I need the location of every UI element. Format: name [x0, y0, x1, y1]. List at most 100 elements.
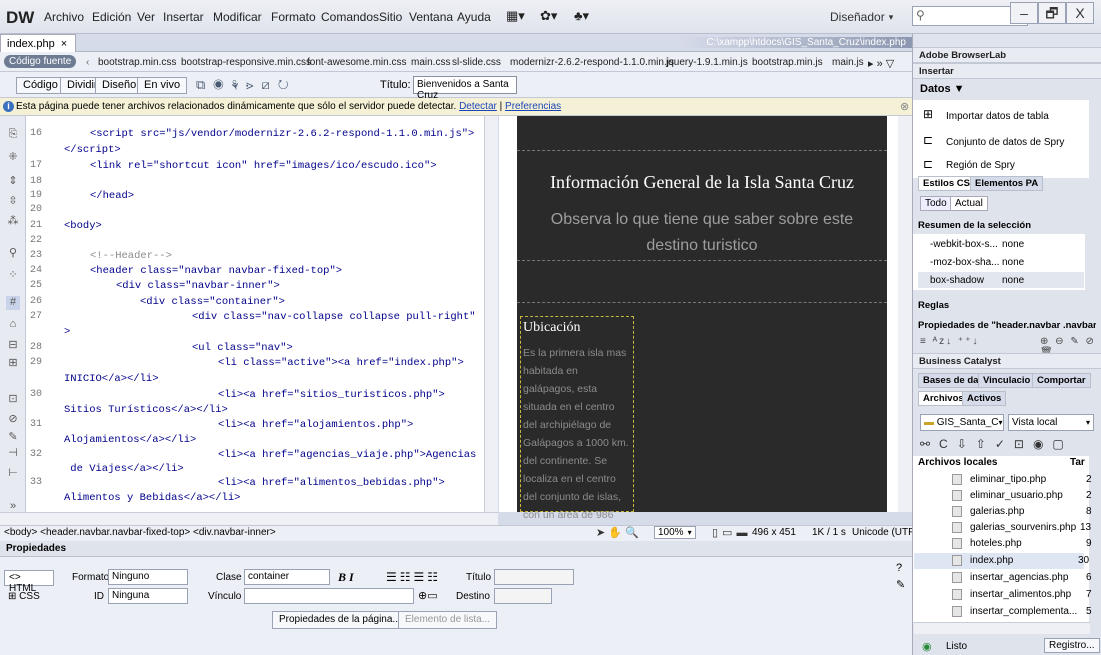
menu-modificar[interactable]: Modificar [213, 10, 262, 24]
highlight-invalid-icon[interactable]: # [6, 296, 20, 310]
data-category-select[interactable]: Datos ▼ [920, 83, 965, 95]
title-prop-input[interactable] [494, 569, 574, 585]
insert-header[interactable]: Insertar [913, 63, 1101, 79]
link-input[interactable] [244, 588, 414, 604]
file-item[interactable]: insertar_alimentos.php [970, 589, 1071, 600]
design-view-button[interactable]: Diseño [95, 77, 144, 94]
help-icon[interactable]: ? [896, 562, 902, 574]
code-hscrollbar[interactable] [0, 512, 498, 525]
select-parent-tag-icon[interactable]: ⁂ [6, 214, 20, 228]
collapse-selection-icon[interactable]: ⇕ [6, 174, 20, 188]
view-select[interactable]: Vista local ▾ [1008, 414, 1094, 431]
menu-sitio[interactable]: Sitio [379, 10, 402, 24]
tab-bindings[interactable]: Vinculacio [978, 373, 1036, 388]
point-to-file-icon[interactable]: ⊕▭ [418, 589, 438, 602]
live-view-button[interactable]: En vivo [137, 77, 188, 94]
filter-icon[interactable]: ▸ » ▽ [868, 57, 894, 70]
css-prop-name[interactable]: -moz-box-sha... [930, 257, 999, 268]
menu-edicion[interactable]: Edición [92, 10, 131, 24]
apply-comment-icon[interactable]: ⊟ [6, 338, 20, 352]
quick-tag-editor-icon[interactable]: ✎ [896, 578, 905, 591]
minimize-button[interactable]: – [1010, 2, 1038, 24]
maximize-button[interactable]: 🗗 [1038, 2, 1066, 24]
balance-braces-icon[interactable]: ⚲ [6, 246, 20, 260]
wrap-tag-icon[interactable]: ⊡ [6, 392, 20, 406]
site-select[interactable]: ▬ GIS_Santa_C ▾ [920, 414, 1004, 431]
file-item[interactable]: galerias.php [970, 506, 1024, 517]
menu-archivo[interactable]: Archivo [44, 10, 84, 24]
page-properties-button[interactable]: Propiedades de la página... [272, 611, 408, 629]
window-size[interactable]: 496 x 451 [752, 527, 796, 538]
business-catalyst-header[interactable]: Business Catalyst [913, 353, 1101, 369]
tab-ap-elements[interactable]: Elementos PA [970, 176, 1044, 191]
close-infobar-icon[interactable]: ⊗ [900, 100, 909, 113]
toolbar-icons[interactable]: ⧉◉⚘⋗⧄↻ [196, 77, 297, 93]
line-numbers-icon[interactable]: ⁘ [6, 268, 20, 282]
collapse-tag-icon[interactable]: ⁜ [6, 150, 20, 164]
extensions-gear-icon[interactable]: ✿▾ [540, 8, 557, 24]
source-code-button[interactable]: Código fuente [4, 55, 77, 68]
menu-insertar[interactable]: Insertar [163, 10, 204, 24]
menu-formato[interactable]: Formato [271, 10, 316, 24]
id-select[interactable]: Ninguna [108, 588, 188, 604]
css-view-toggle-icons[interactable]: ≡ ᴬz↓ ⁺⁺↓ [920, 336, 979, 347]
file-item[interactable]: insertar_agencias.php [970, 572, 1068, 583]
list-buttons[interactable]: ☰☷☰☷ [386, 570, 441, 584]
code-view-button[interactable]: Código [16, 77, 65, 94]
list-item-button[interactable]: Elemento de lista... [398, 611, 498, 629]
layout-icon[interactable]: ▦▾ [506, 8, 525, 24]
css-prop-value[interactable]: none [1002, 275, 1024, 286]
workspace-switcher[interactable]: Diseñador ▾ [830, 10, 893, 24]
related-file[interactable]: sl-slide.css [452, 57, 501, 68]
design-scrollbar[interactable] [898, 116, 912, 512]
insert-item[interactable]: Región de Spry [946, 160, 1015, 171]
tab-assets[interactable]: Activos [962, 391, 1007, 406]
open-documents-icon[interactable]: ⎘ [6, 128, 20, 142]
related-file[interactable]: bootstrap.min.css [98, 57, 176, 68]
format-select[interactable]: Ninguno [108, 569, 188, 585]
menu-ayuda[interactable]: Ayuda [457, 10, 491, 24]
insert-item[interactable]: Importar datos de tabla [946, 111, 1049, 122]
status-tools-icons[interactable]: ➤ ✋ 🔍 [596, 526, 639, 539]
file-item[interactable]: eliminar_usuario.php [970, 490, 1063, 501]
css-prop-name[interactable]: box-shadow [930, 275, 984, 286]
current-button[interactable]: Actual [950, 196, 988, 211]
local-files-header[interactable]: Archivos locales [918, 457, 997, 468]
size-column-header[interactable]: Tar [1070, 457, 1085, 468]
target-select[interactable] [494, 588, 552, 604]
related-file[interactable]: main.js [832, 57, 864, 68]
menu-ver[interactable]: Ver [137, 10, 155, 24]
expand-all-icon[interactable]: ⇳ [6, 194, 20, 208]
html-button[interactable]: <> HTML [4, 570, 54, 594]
css-prop-value[interactable]: none [1002, 257, 1024, 268]
move-css-icon[interactable]: ✎ [6, 430, 20, 444]
rules-label[interactable]: Reglas [918, 300, 949, 311]
detect-link[interactable]: Detectar [459, 101, 497, 112]
log-button[interactable]: Registro... [1044, 638, 1100, 653]
related-file[interactable]: modernizr-2.6.2-respond-1.1.0.min.js [510, 57, 674, 68]
code-scrollbar[interactable] [484, 116, 498, 512]
file-item-selected[interactable]: index.php [970, 555, 1013, 566]
file-item[interactable]: insertar_complementa... [970, 606, 1077, 617]
related-file[interactable]: jquery-1.9.1.min.js [666, 57, 748, 68]
syntax-error-icon[interactable]: ⌂ [6, 318, 20, 332]
related-file[interactable]: font-awesome.min.css [307, 57, 406, 68]
device-size-icons[interactable]: ▯▭▬ [712, 526, 751, 539]
file-item[interactable]: hoteles.php [970, 538, 1022, 549]
menu-comandos[interactable]: Comandos [321, 10, 379, 24]
close-tab-icon[interactable]: × [61, 38, 67, 50]
recent-snippets-icon[interactable]: ⊘ [6, 412, 20, 426]
menu-ventana[interactable]: Ventana [409, 10, 453, 24]
related-file[interactable]: main.css [411, 57, 450, 68]
preferences-link[interactable]: Preferencias [505, 101, 561, 112]
bold-italic-buttons[interactable]: B I [338, 570, 354, 585]
remove-comment-icon[interactable]: ⊞ [6, 356, 20, 370]
indent-icon[interactable]: ⊣ [6, 446, 20, 460]
css-button[interactable]: ⊞ CSS [4, 590, 54, 606]
close-button[interactable]: X [1066, 2, 1094, 24]
file-item[interactable]: eliminar_tipo.php [970, 474, 1046, 485]
files-hscrollbar[interactable] [914, 622, 1090, 634]
insert-item[interactable]: Conjunto de datos de Spry [946, 137, 1064, 148]
tab-behaviors[interactable]: Comportar [1032, 373, 1091, 388]
outdent-icon[interactable]: ⊢ [6, 466, 20, 480]
